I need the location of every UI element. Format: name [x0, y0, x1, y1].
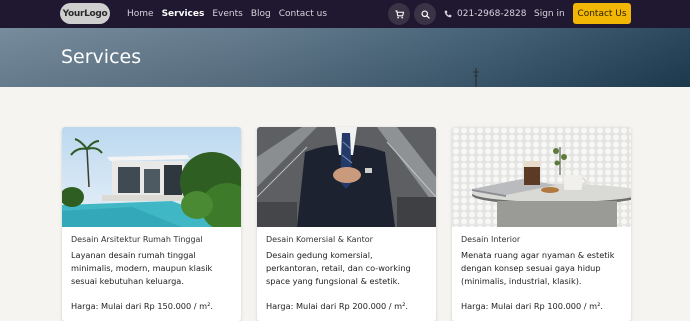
card-description: Desain gedung komersial, perkantoran, re… — [266, 250, 411, 286]
card-price: Harga: Mulai dari Rp 100.000 / m². — [461, 301, 604, 311]
phone-icon — [444, 10, 452, 18]
card-image-businessman — [257, 127, 436, 227]
card-body: Desain Komersial & Kantor Desain gedung … — [257, 227, 436, 311]
search-button[interactable] — [414, 3, 436, 25]
card-description: Menata ruang agar nyaman & estetik denga… — [461, 250, 615, 286]
phone-number: 021-2968-2828 — [457, 9, 527, 19]
service-card-residential[interactable]: Desain Arsitektur Rumah Tinggal Layanan … — [62, 127, 241, 321]
contact-us-button[interactable]: Contact Us — [573, 3, 631, 24]
card-price: Harga: Mulai dari Rp 200.000 / m². — [266, 301, 409, 311]
card-description: Layanan desain rumah tinggal minimalis, … — [71, 250, 213, 286]
logo-text: YourLogo — [62, 8, 108, 19]
card-price: Harga: Mulai dari Rp 150.000 / m². — [71, 301, 214, 311]
logo[interactable]: YourLogo — [60, 3, 110, 24]
signin-link[interactable]: Sign in — [534, 0, 565, 28]
card-body: Desain Interior Menata ruang agar nyaman… — [452, 227, 631, 311]
nav-link-events[interactable]: Events — [212, 9, 242, 19]
service-card-commercial[interactable]: Desain Komersial & Kantor Desain gedung … — [257, 127, 436, 321]
page-title: Services — [61, 46, 142, 68]
phone-contact[interactable]: 021-2968-2828 — [444, 0, 526, 28]
card-title: Desain Komersial & Kantor — [266, 235, 373, 244]
navbar: YourLogo Home Services Events Blog Conta… — [0, 0, 690, 28]
search-icon — [420, 9, 430, 19]
hero-banner: Services — [0, 28, 690, 87]
card-title: Desain Arsitektur Rumah Tinggal — [71, 235, 203, 244]
nav-links: Home Services Events Blog Contact us — [127, 0, 335, 28]
cart-icon — [394, 9, 404, 18]
nav-link-blog[interactable]: Blog — [251, 9, 271, 19]
card-image-house — [62, 127, 241, 227]
nav-link-services[interactable]: Services — [162, 9, 205, 19]
cart-button[interactable] — [388, 3, 410, 25]
card-body: Desain Arsitektur Rumah Tinggal Layanan … — [62, 227, 241, 311]
card-title: Desain Interior — [461, 235, 521, 244]
nav-link-contact[interactable]: Contact us — [279, 9, 327, 19]
card-image-interior — [452, 127, 631, 227]
service-card-interior[interactable]: Desain Interior Menata ruang agar nyaman… — [452, 127, 631, 321]
nav-link-home[interactable]: Home — [127, 9, 154, 19]
